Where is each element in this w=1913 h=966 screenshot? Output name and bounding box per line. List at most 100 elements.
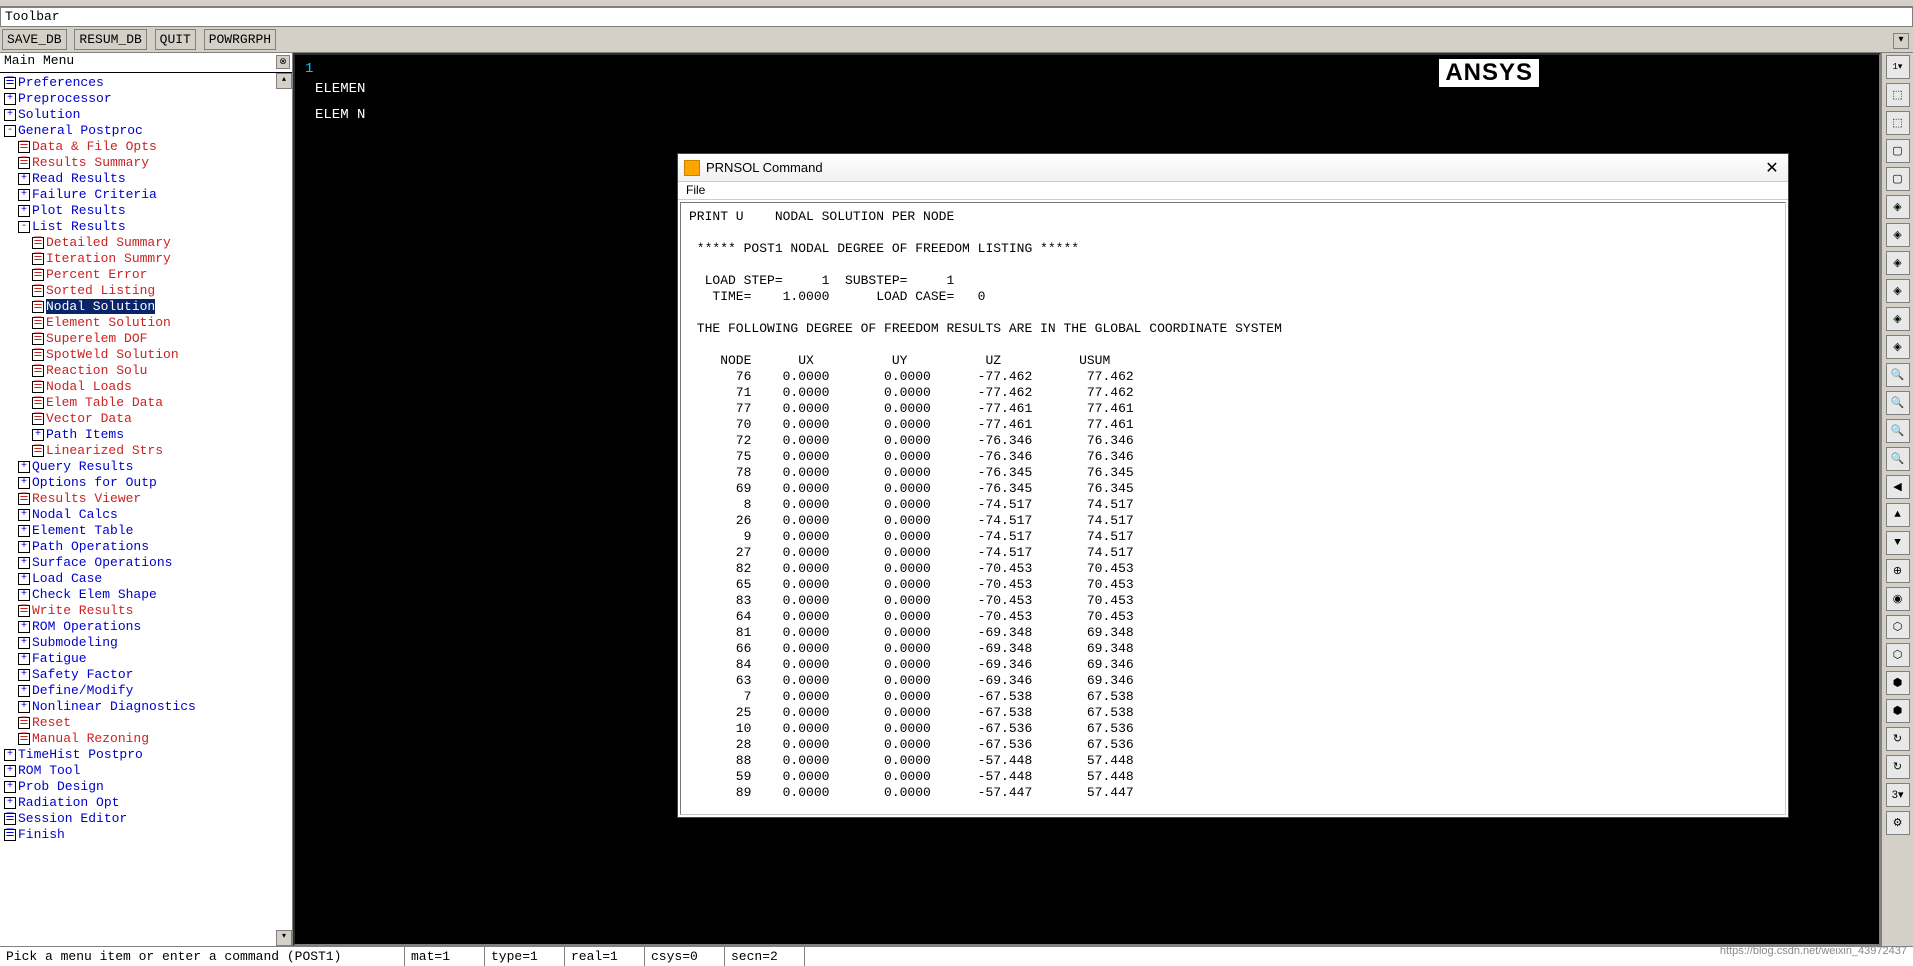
expand-icon[interactable]: ☰ — [4, 829, 16, 841]
view-tool-icon[interactable]: ⬢ — [1886, 671, 1910, 695]
expand-icon[interactable]: + — [18, 573, 30, 585]
scroll-up-icon[interactable]: ▴ — [276, 73, 292, 89]
expand-icon[interactable]: + — [18, 189, 30, 201]
menu-tree[interactable]: ▴ ▾ ☰Preferences+Preprocessor+Solution-G… — [0, 73, 292, 946]
view-tool-icon[interactable]: ▢ — [1886, 167, 1910, 191]
expand-icon[interactable]: ☰ — [18, 717, 30, 729]
tree-item[interactable]: +Element Table — [4, 523, 290, 539]
tree-item[interactable]: ☰Percent Error — [4, 267, 290, 283]
tree-item[interactable]: +Query Results — [4, 459, 290, 475]
view-tool-icon[interactable]: ▢ — [1886, 139, 1910, 163]
expand-icon[interactable]: + — [18, 557, 30, 569]
tree-item[interactable]: ☰Results Summary — [4, 155, 290, 171]
scroll-down-icon[interactable]: ▾ — [276, 930, 292, 946]
powrgrph-button[interactable]: POWRGRPH — [204, 29, 276, 50]
tree-item[interactable]: +ROM Operations — [4, 619, 290, 635]
tree-item[interactable]: ☰Nodal Solution — [4, 299, 290, 315]
view-tool-icon[interactable]: ◉ — [1886, 587, 1910, 611]
tree-item[interactable]: ☰Vector Data — [4, 411, 290, 427]
tree-item[interactable]: +Nodal Calcs — [4, 507, 290, 523]
expand-icon[interactable]: ☰ — [32, 317, 44, 329]
tree-item[interactable]: ☰Write Results — [4, 603, 290, 619]
view-tool-icon[interactable]: 🔍 — [1886, 419, 1910, 443]
tree-item[interactable]: +Failure Criteria — [4, 187, 290, 203]
toolbar-menu-icon[interactable]: ▾ — [1893, 33, 1909, 49]
expand-icon[interactable]: + — [18, 685, 30, 697]
expand-icon[interactable]: + — [4, 93, 16, 105]
tree-item[interactable]: +Radiation Opt — [4, 795, 290, 811]
view-tool-icon[interactable]: ◈ — [1886, 307, 1910, 331]
tree-item[interactable]: +Path Operations — [4, 539, 290, 555]
expand-icon[interactable]: ☰ — [18, 733, 30, 745]
expand-icon[interactable]: ☰ — [32, 381, 44, 393]
tree-item[interactable]: +Preprocessor — [4, 91, 290, 107]
expand-icon[interactable]: ☰ — [32, 333, 44, 345]
tree-item[interactable]: ☰Detailed Summary — [4, 235, 290, 251]
tree-item[interactable]: +Nonlinear Diagnostics — [4, 699, 290, 715]
tree-item[interactable]: +Surface Operations — [4, 555, 290, 571]
view-tool-icon[interactable]: 🔍 — [1886, 363, 1910, 387]
expand-icon[interactable]: + — [32, 429, 44, 441]
expand-icon[interactable]: + — [18, 461, 30, 473]
expand-icon[interactable]: ☰ — [18, 157, 30, 169]
tree-item[interactable]: -General Postproc — [4, 123, 290, 139]
expand-icon[interactable]: + — [18, 589, 30, 601]
tree-item[interactable]: ☰Nodal Loads — [4, 379, 290, 395]
expand-icon[interactable]: + — [18, 541, 30, 553]
menu-collapse-icon[interactable]: ⊗ — [276, 55, 290, 69]
expand-icon[interactable]: ☰ — [32, 269, 44, 281]
expand-icon[interactable]: ☰ — [32, 365, 44, 377]
view-tool-icon[interactable]: ▼ — [1886, 531, 1910, 555]
view-tool-icon[interactable]: ⊕ — [1886, 559, 1910, 583]
expand-icon[interactable]: ☰ — [32, 301, 44, 313]
view-tool-icon[interactable]: ⬡ — [1886, 643, 1910, 667]
view-tool-icon[interactable]: ◈ — [1886, 279, 1910, 303]
expand-icon[interactable]: + — [18, 669, 30, 681]
expand-icon[interactable]: ☰ — [32, 413, 44, 425]
tree-item[interactable]: ☰Results Viewer — [4, 491, 290, 507]
expand-icon[interactable]: + — [4, 109, 16, 121]
tree-item[interactable]: +ROM Tool — [4, 763, 290, 779]
expand-icon[interactable]: - — [18, 221, 30, 233]
view-selector[interactable]: 1▾ — [1886, 55, 1910, 79]
expand-icon[interactable]: ☰ — [32, 285, 44, 297]
expand-icon[interactable]: ☰ — [4, 813, 16, 825]
expand-icon[interactable]: + — [18, 509, 30, 521]
tree-item[interactable]: +Read Results — [4, 171, 290, 187]
tree-item[interactable]: ☰Reaction Solu — [4, 363, 290, 379]
view-tool-icon[interactable]: 🔍 — [1886, 391, 1910, 415]
expand-icon[interactable]: - — [4, 125, 16, 137]
tree-item[interactable]: +Fatigue — [4, 651, 290, 667]
expand-icon[interactable]: ☰ — [4, 77, 16, 89]
expand-icon[interactable]: + — [4, 781, 16, 793]
view-tool-icon[interactable]: ▲ — [1886, 503, 1910, 527]
tree-item[interactable]: ☰Data & File Opts — [4, 139, 290, 155]
view-tool-icon[interactable]: ↻ — [1886, 755, 1910, 779]
tree-item[interactable]: ☰Reset — [4, 715, 290, 731]
expand-icon[interactable]: ☰ — [32, 397, 44, 409]
tree-item[interactable]: +Load Case — [4, 571, 290, 587]
view-tool-icon[interactable]: ⚙ — [1886, 811, 1910, 835]
tree-item[interactable]: +Prob Design — [4, 779, 290, 795]
tree-item[interactable]: ☰Superelem DOF — [4, 331, 290, 347]
tree-item[interactable]: ☰Manual Rezoning — [4, 731, 290, 747]
expand-icon[interactable]: + — [18, 637, 30, 649]
expand-icon[interactable]: + — [18, 173, 30, 185]
expand-icon[interactable]: ☰ — [18, 493, 30, 505]
tree-item[interactable]: ☰Sorted Listing — [4, 283, 290, 299]
quit-button[interactable]: QUIT — [155, 29, 196, 50]
expand-icon[interactable]: ☰ — [32, 237, 44, 249]
tree-item[interactable]: +Plot Results — [4, 203, 290, 219]
expand-icon[interactable]: ☰ — [32, 349, 44, 361]
tree-item[interactable]: +TimeHist Postpro — [4, 747, 290, 763]
expand-icon[interactable]: + — [18, 621, 30, 633]
file-menu[interactable]: File — [686, 183, 705, 197]
save-db-button[interactable]: SAVE_DB — [2, 29, 67, 50]
view-tool-icon[interactable]: ⬡ — [1886, 615, 1910, 639]
tree-item[interactable]: ☰Linearized Strs — [4, 443, 290, 459]
tree-item[interactable]: ☰Element Solution — [4, 315, 290, 331]
view-tool-icon[interactable]: ◈ — [1886, 223, 1910, 247]
close-icon[interactable]: ✕ — [1762, 158, 1782, 178]
prnsol-output[interactable]: PRINT U NODAL SOLUTION PER NODE ***** PO… — [680, 202, 1786, 815]
tree-item[interactable]: -List Results — [4, 219, 290, 235]
